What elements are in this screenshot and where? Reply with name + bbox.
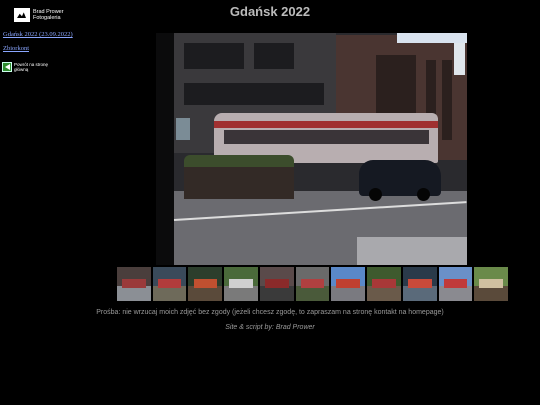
album-link[interactable]: Gdańsk 2022 (23.09.2022) (3, 31, 73, 38)
back-label: Powrót na stronę główną (14, 62, 48, 72)
main-photo[interactable] (156, 33, 467, 265)
back-line-2: główną (14, 67, 29, 72)
thumbnail[interactable] (331, 267, 366, 301)
thumbnail[interactable] (224, 267, 258, 301)
arrow-left-icon (2, 62, 12, 72)
car (359, 160, 441, 201)
thumbnail[interactable] (402, 267, 437, 301)
thumbnail[interactable] (259, 267, 294, 301)
site-credit: Site & script by: Brad Prower (225, 324, 315, 331)
page-title: Gdańsk 2022 (229, 4, 311, 19)
thumbnail[interactable] (367, 267, 401, 301)
thumbnail[interactable] (117, 267, 151, 301)
thumbnail[interactable] (295, 267, 330, 301)
thumbnail[interactable] (152, 267, 187, 301)
planter (184, 155, 294, 199)
thumbnail-strip (117, 267, 509, 301)
thumbnail[interactable] (188, 267, 223, 301)
thumbnail[interactable] (474, 267, 509, 301)
copyright-notice: Prośba: nie wrzucaj moich zdjęć bez zgod… (96, 309, 444, 316)
back-to-home-button[interactable]: Powrót na stronę główną (2, 62, 48, 72)
zbiorkont-link[interactable]: Zbiorkont (3, 45, 29, 52)
thumbnail[interactable] (438, 267, 473, 301)
